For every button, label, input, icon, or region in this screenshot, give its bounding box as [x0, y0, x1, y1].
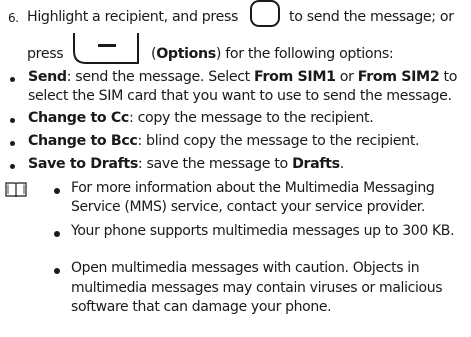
bullet — [10, 141, 15, 146]
note-3-line2: multimedia messages may contain viruses … — [71, 280, 443, 296]
option-change-cc: Change to Cc: copy the message to the re… — [28, 110, 374, 126]
step-text-line2-options: (Options) for the following options: — [151, 46, 394, 62]
option-term: Send — [28, 69, 67, 85]
sim1-label: From SIM1 — [254, 69, 336, 85]
option-term: Save to Drafts — [28, 156, 138, 172]
option-send-line2: select the SIM card that you want to use… — [28, 88, 452, 104]
option-term: Change to Cc — [28, 110, 129, 126]
option-save-drafts: Save to Drafts: save the message to Draf… — [28, 156, 344, 172]
note-bullet — [54, 231, 60, 237]
sim2-label: From SIM2 — [357, 69, 440, 85]
bullet — [10, 164, 15, 169]
center-key-icon — [250, 0, 280, 27]
book-icon — [5, 182, 27, 198]
step-number: 6. — [8, 11, 19, 25]
option-desc: to — [439, 69, 458, 85]
note-2-line1: Your phone supports multimedia messages … — [71, 223, 455, 239]
step-text-line1-b: to send the message; or — [289, 9, 454, 25]
option-desc: : send the message. Select — [66, 69, 255, 85]
note-bullet — [54, 188, 60, 194]
note-3-line3: software that can damage your phone. — [71, 299, 332, 315]
drafts-label: Drafts — [292, 156, 340, 172]
step-text-line2-a: press — [27, 46, 64, 62]
option-desc: : copy the message to the recipient. — [129, 110, 374, 126]
note-1-line1: For more information about the Multimedi… — [71, 180, 435, 196]
bullet — [10, 77, 15, 82]
step-text-line2-b: for the following options: — [225, 46, 394, 62]
options-label: Options — [156, 46, 216, 62]
note-3-line1: Open multimedia messages with caution. O… — [71, 260, 420, 276]
option-desc: or — [335, 69, 358, 85]
note-1-line2: Service (MMS) service, contact your serv… — [71, 199, 425, 215]
option-desc: . — [339, 156, 345, 172]
option-desc: : blind copy the message to the recipien… — [137, 133, 420, 149]
option-send-line1: Send: send the message. Select From SIM1… — [28, 69, 457, 85]
note-bullet — [54, 268, 60, 274]
left-soft-key-icon — [73, 33, 139, 64]
option-change-bcc: Change to Bcc: blind copy the message to… — [28, 133, 420, 149]
option-desc: : save the message to — [137, 156, 293, 172]
bullet — [10, 118, 15, 123]
option-term: Change to Bcc — [28, 133, 138, 149]
step-text-line1-a: Highlight a recipient, and press — [27, 9, 239, 25]
